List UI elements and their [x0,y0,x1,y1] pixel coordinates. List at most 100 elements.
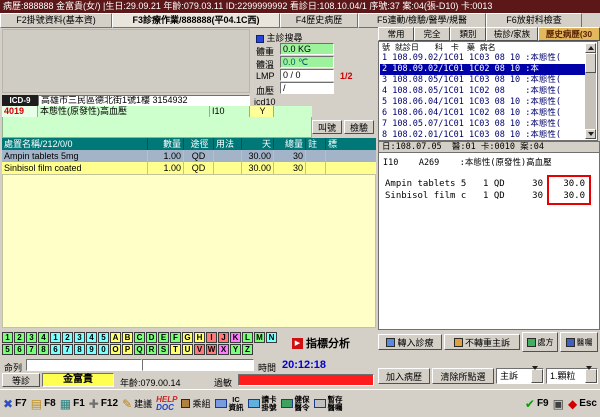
history-row[interactable]: 6 108.06.04/1C01 1C02 08 10 :本態性( [380,108,585,119]
clear-selection-button[interactable]: 清除所點選 [432,368,494,384]
quick-key-4[interactable]: 4 [38,332,49,343]
quick-key-9[interactable]: 9 [86,344,97,355]
f12-button[interactable]: ✚ F12 [89,398,118,410]
med-table-empty-area[interactable] [2,174,376,328]
quick-key-1[interactable]: 1 [50,332,61,343]
quick-key-P[interactable]: P [122,344,133,355]
chevron-down-icon[interactable] [585,369,597,383]
diagnosis-row[interactable]: 4019 本態性(原發性)高血壓 I10 Y [2,106,312,117]
history-row[interactable]: 3 108.08.05/1C01 1C03 08 10 :本態性( [380,75,585,86]
f7-button[interactable]: ✖ F7 [3,398,27,410]
unit-combobox[interactable]: 1.顆粒 [546,368,598,384]
chevron-down-icon[interactable] [531,369,543,383]
printer-button[interactable]: ▣ [553,398,564,410]
quick-key-2[interactable]: 2 [62,332,73,343]
call-number-button[interactable]: 叫號 [312,120,342,134]
quick-key-S[interactable]: S [158,344,169,355]
complaint-combobox[interactable]: 主訴 [496,368,544,384]
quick-key-6[interactable]: 6 [14,344,25,355]
diagnosis-list-area[interactable] [2,117,312,138]
quick-key-J[interactable]: J [218,332,229,343]
tab-common[interactable]: 常用 [378,27,414,41]
quick-key-2[interactable]: 2 [14,332,25,343]
weight-field[interactable]: 0.0 KG [280,43,334,55]
transfer-to-treatment-button[interactable]: 轉入診療 [378,334,442,350]
quick-key-H[interactable]: H [194,332,205,343]
tab-f5-lab[interactable]: F5連動/檢驗/醫學/規醫 [358,13,486,28]
quick-key-W[interactable]: W [206,344,217,355]
quick-key-3[interactable]: 3 [26,332,37,343]
command-input[interactable] [26,359,142,371]
quick-key-0[interactable]: 0 [98,344,109,355]
quick-key-E[interactable]: E [158,332,169,343]
quick-key-U[interactable]: U [182,344,193,355]
quick-key-N[interactable]: N [266,332,277,343]
f8-button[interactable]: ▤ F8 [31,398,56,410]
f9-button[interactable]: ✔ F9 [525,398,549,410]
quick-key-8[interactable]: 8 [38,344,49,355]
scroll-up-button[interactable] [585,43,596,53]
address-field[interactable]: 高雄市三民區德北街1號1樓 3154932 [38,95,250,106]
tab-f2-registration[interactable]: F2掛號資料(基本資) [0,13,112,28]
nhi-order-button[interactable]: 健保 醫令 [281,396,310,412]
order-copy-button[interactable]: 醫囑 [560,332,598,352]
add-to-record-button[interactable]: 加入病歷 [378,368,430,384]
quick-key-V[interactable]: V [194,344,205,355]
tab-f3-treatment[interactable]: F3診療作業/888888(平04.1C西) [112,13,280,28]
quick-key-G[interactable]: G [182,332,193,343]
group-button[interactable]: 乘組 [181,397,210,410]
quick-key-X[interactable]: X [218,344,229,355]
history-scrollbar[interactable] [585,43,596,139]
quick-key-Q[interactable]: Q [134,344,145,355]
temperature-field[interactable]: 0.0 ℃ [280,56,334,68]
quick-key-5[interactable]: 5 [98,332,109,343]
rx-copy-button[interactable]: 處方 [522,332,558,352]
quick-key-8[interactable]: 8 [74,344,85,355]
waiting-button[interactable]: 等診 [2,373,40,387]
quick-key-D[interactable]: D [146,332,157,343]
quick-key-K[interactable]: K [230,332,241,343]
f1-button[interactable]: ▦ F1 [60,398,85,410]
quick-key-C[interactable]: C [134,332,145,343]
indicator-analysis[interactable]: ▶ 指標分析 [292,335,350,351]
quick-key-4[interactable]: 4 [86,332,97,343]
card-reader-button[interactable]: 讀卡 掛號 [248,396,277,412]
no-transfer-button[interactable]: 不轉重主訴 [444,334,520,350]
esc-button[interactable]: ◆ Esc [568,398,597,410]
tab-complete[interactable]: 完全 [414,27,450,41]
command-input-2[interactable] [142,359,254,371]
suggest-button[interactable]: ✎ 建議 [122,397,152,410]
ic-info-button[interactable]: IC 資訊 [215,396,244,412]
history-row[interactable]: 7 108.05.07/1C01 1C03 08 10 :本態性( [380,119,585,130]
temp-save-button[interactable]: 暫存 醫囑 [314,396,343,412]
quick-key-A[interactable]: A [110,332,121,343]
tab-f6-radiology[interactable]: F6放射科檢查 [486,13,582,28]
quick-key-L[interactable]: L [242,332,253,343]
quick-key-5[interactable]: 5 [2,344,13,355]
quick-key-1[interactable]: 1 [2,332,13,343]
history-row-selected[interactable]: 2 108.09.02/1C01 1C02 08 10 :本 [380,64,585,75]
history-row[interactable]: 5 108.06.04/1C01 1C03 08 10 :本態性( [380,97,585,108]
quick-key-6[interactable]: 6 [50,344,61,355]
quick-key-Z[interactable]: Z [242,344,253,355]
quick-key-R[interactable]: R [146,344,157,355]
patient-name-field[interactable]: 金富貴 [42,373,114,387]
quick-key-F[interactable]: F [170,332,181,343]
quick-key-B[interactable]: B [122,332,133,343]
quick-key-T[interactable]: T [170,344,181,355]
lmp-field[interactable]: 0 / 0 [280,69,334,81]
tab-exam-family[interactable]: 檢診/家族 [486,27,538,41]
quick-key-O[interactable]: O [110,344,121,355]
primary-dx-search-checkbox[interactable] [256,35,264,43]
quick-key-3[interactable]: 3 [74,332,85,343]
med-row-1[interactable]: Ampin tablets 5mg 1.00 QD 30.00 30 [2,150,376,162]
quick-key-I[interactable]: I [206,332,217,343]
bp-field[interactable]: / [280,82,334,94]
tab-f4-history[interactable]: F4歷史病歷 [280,13,358,28]
history-row[interactable]: 4 108.08.05/1C01 1C02 08 :本態性( [380,86,585,97]
med-row-2[interactable]: Sinbisol film coated 1.00 QD 30.00 30 [2,162,376,174]
history-row[interactable]: 1 108.09.02/1C01 1C03 08 10 :本態性( [380,53,585,64]
scroll-down-button[interactable] [585,129,596,139]
allergy-field[interactable] [238,374,374,386]
scrollbar-thumb[interactable] [585,53,596,73]
